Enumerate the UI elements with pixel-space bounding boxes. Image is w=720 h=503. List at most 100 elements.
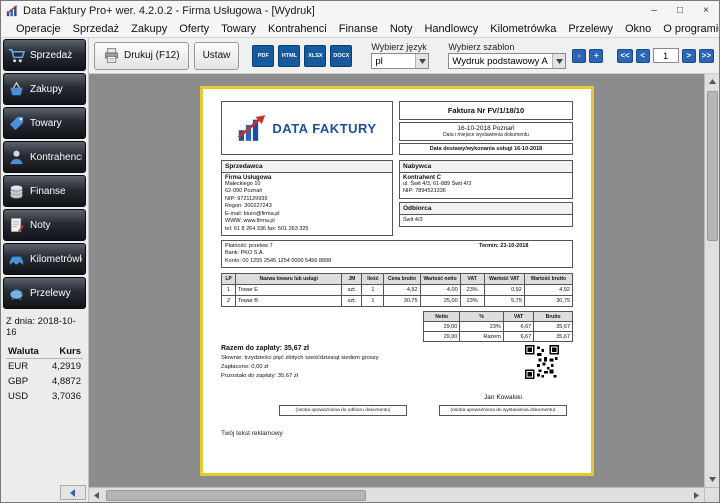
language-select[interactable]: pl [371,53,429,69]
export-pdf-button[interactable]: PDF [252,45,274,67]
sidebar-item-label: Finanse [30,186,66,197]
note-icon [7,216,26,235]
menu-item-przelewy[interactable]: Przelewy [562,23,619,35]
rates-date-label: Z dnia: 2018-10-16 [6,316,83,338]
print-preview-area: DATA FAKTURY Faktura Nr FV/1/18/10 16-10… [89,74,704,487]
export-html-button[interactable]: HTML [278,45,300,67]
cell: 4,00 [420,285,460,296]
receiver-signature-caption: (osoba upoważniona do odbioru dokumentu) [279,405,407,416]
column-header: Nazwa towaru lub usługi [236,274,342,285]
menu-item-operacje[interactable]: Operacje [10,23,67,35]
prev-page-button[interactable]: < [636,49,650,63]
language-label: Wybierz język [371,42,429,52]
sidebar-item-kontrahenci[interactable]: Kontrahenci [3,141,86,173]
export-docx-button[interactable]: DOCX [330,45,352,67]
print-button[interactable]: Drukuj (F12) [94,42,189,70]
sidebar-item-finanse[interactable]: Finanse [3,175,86,207]
last-page-button[interactable]: >> [699,49,714,63]
seller-line: Regon: 300227243 [225,203,389,210]
sidebar-item-label: Sprzedaż [30,50,72,61]
sidebar-item-zakupy[interactable]: Zakupy [3,73,86,105]
maximize-button[interactable]: □ [667,1,693,20]
collapse-sidebar-button[interactable] [60,485,86,500]
amount-paid: Zapłacono: 0,00 zł [221,363,525,372]
first-page-button[interactable]: << [617,49,632,63]
seller-header: Sprzedawca [222,161,392,173]
sidebar: Sprzedaż Zakupy Towary Kontrahenci Finan… [1,38,89,502]
next-page-button[interactable]: > [682,49,696,63]
menu-item-kilometrowka[interactable]: Kilometrówka [484,23,562,35]
export-xlsx-button[interactable]: XLSX [304,45,326,67]
column-header: Ilość [362,274,384,285]
coins-icon [7,182,26,201]
cell: 4,92 [384,285,420,296]
menu-item-handlowcy[interactable]: Handlowcy [418,23,484,35]
sidebar-item-towary[interactable]: Towary [3,107,86,139]
logo-chart-icon [237,115,267,142]
sidebar-item-kilometrowka[interactable]: Kilometrówka [3,243,86,275]
cell: 1 [362,296,384,307]
sidebar-item-sprzedaz[interactable]: Sprzedaż [3,39,86,71]
seller-line: NIP: 9721129939 [225,196,389,203]
minimize-button[interactable]: – [641,1,667,20]
zoom-out-button[interactable]: - [572,49,586,63]
cell: 25,00 [420,296,460,307]
scroll-up-icon[interactable] [705,74,720,89]
payment-line: Płatność: przelew 7 [225,243,479,250]
vertical-scrollbar[interactable] [704,74,719,487]
scroll-right-icon[interactable] [689,488,704,503]
column-header: VAT [503,312,533,322]
seller-line: tel: 61 8 264 336 fax: 501 263 325 [225,226,389,233]
cell: 35,67 [534,332,573,342]
horizontal-scrollbar[interactable] [89,487,704,502]
cell: 30,75 [524,296,572,307]
cell: 29,00 [424,322,460,332]
invoice-delivery-date: Data dostawy/wykonania usługi 16-10-2018 [399,143,573,155]
close-button[interactable]: × [693,1,719,20]
table-row: 29,00 Razem 6,67 35,67 [424,332,573,342]
amount-remaining: Pozostało do zapłaty: 35,67 zł [221,372,525,381]
cell: 23% [460,285,484,296]
template-select[interactable]: Wydruk podstawowy A [448,53,566,69]
scroll-left-icon[interactable] [89,488,104,503]
column-header: Cena brutto [384,274,420,285]
seller-line: E-mail: biuro@firma.pl [225,211,389,218]
menu-item-okno[interactable]: Okno [619,23,657,35]
sidebar-item-noty[interactable]: Noty [3,209,86,241]
advertisement-text: Twój tekst reklamowy [221,430,573,437]
currency-rate: 3,7036 [45,389,83,404]
cell: 29,00 [424,332,460,342]
cell: 23% [460,296,484,307]
menu-item-kontrahenci[interactable]: Kontrahenci [262,23,333,35]
scrollbar-thumb[interactable] [106,490,366,501]
settings-button[interactable]: Ustaw [194,42,240,70]
menu-item-zakupy[interactable]: Zakupy [125,23,173,35]
menu-item-o-programie[interactable]: O programie [657,23,720,35]
scrollbar-corner [704,487,719,502]
menu-item-towary[interactable]: Towary [215,23,262,35]
chevron-down-icon [552,54,565,68]
receiver-section: Odbiorca Świt 4/3 [399,202,573,227]
car-icon [7,250,26,269]
cell: Razem [460,332,503,342]
cart-icon [7,46,26,65]
menu-item-oferty[interactable]: Oferty [173,23,215,35]
payment-term: Termin: 23-10-2018 [479,243,569,265]
rate-header: Kurs [45,345,83,359]
sidebar-item-przelewy[interactable]: Przelewy [3,277,86,309]
menu-item-finanse[interactable]: Finanse [333,23,384,35]
invoice-issue-date: 16-10-2018 Poznań [400,125,572,132]
cell: szt. [342,285,362,296]
menu-item-sprzedaz[interactable]: Sprzedaż [67,23,125,35]
menu-item-noty[interactable]: Noty [384,23,419,35]
zoom-in-button[interactable]: + [589,49,603,63]
currency-code: EUR [6,359,45,375]
scrollbar-thumb[interactable] [707,91,718,241]
column-header: % [460,312,503,322]
page-number-input[interactable] [653,48,679,63]
table-row: 1 Towar E szt. 1 4,92 4,00 23% 0,92 4,92 [222,285,573,296]
buyer-line: NIP: 7894521336 [403,188,569,195]
seller-line: WWW: www.firma.pl [225,218,389,225]
scroll-down-icon[interactable] [705,472,720,487]
printer-icon [103,47,120,64]
